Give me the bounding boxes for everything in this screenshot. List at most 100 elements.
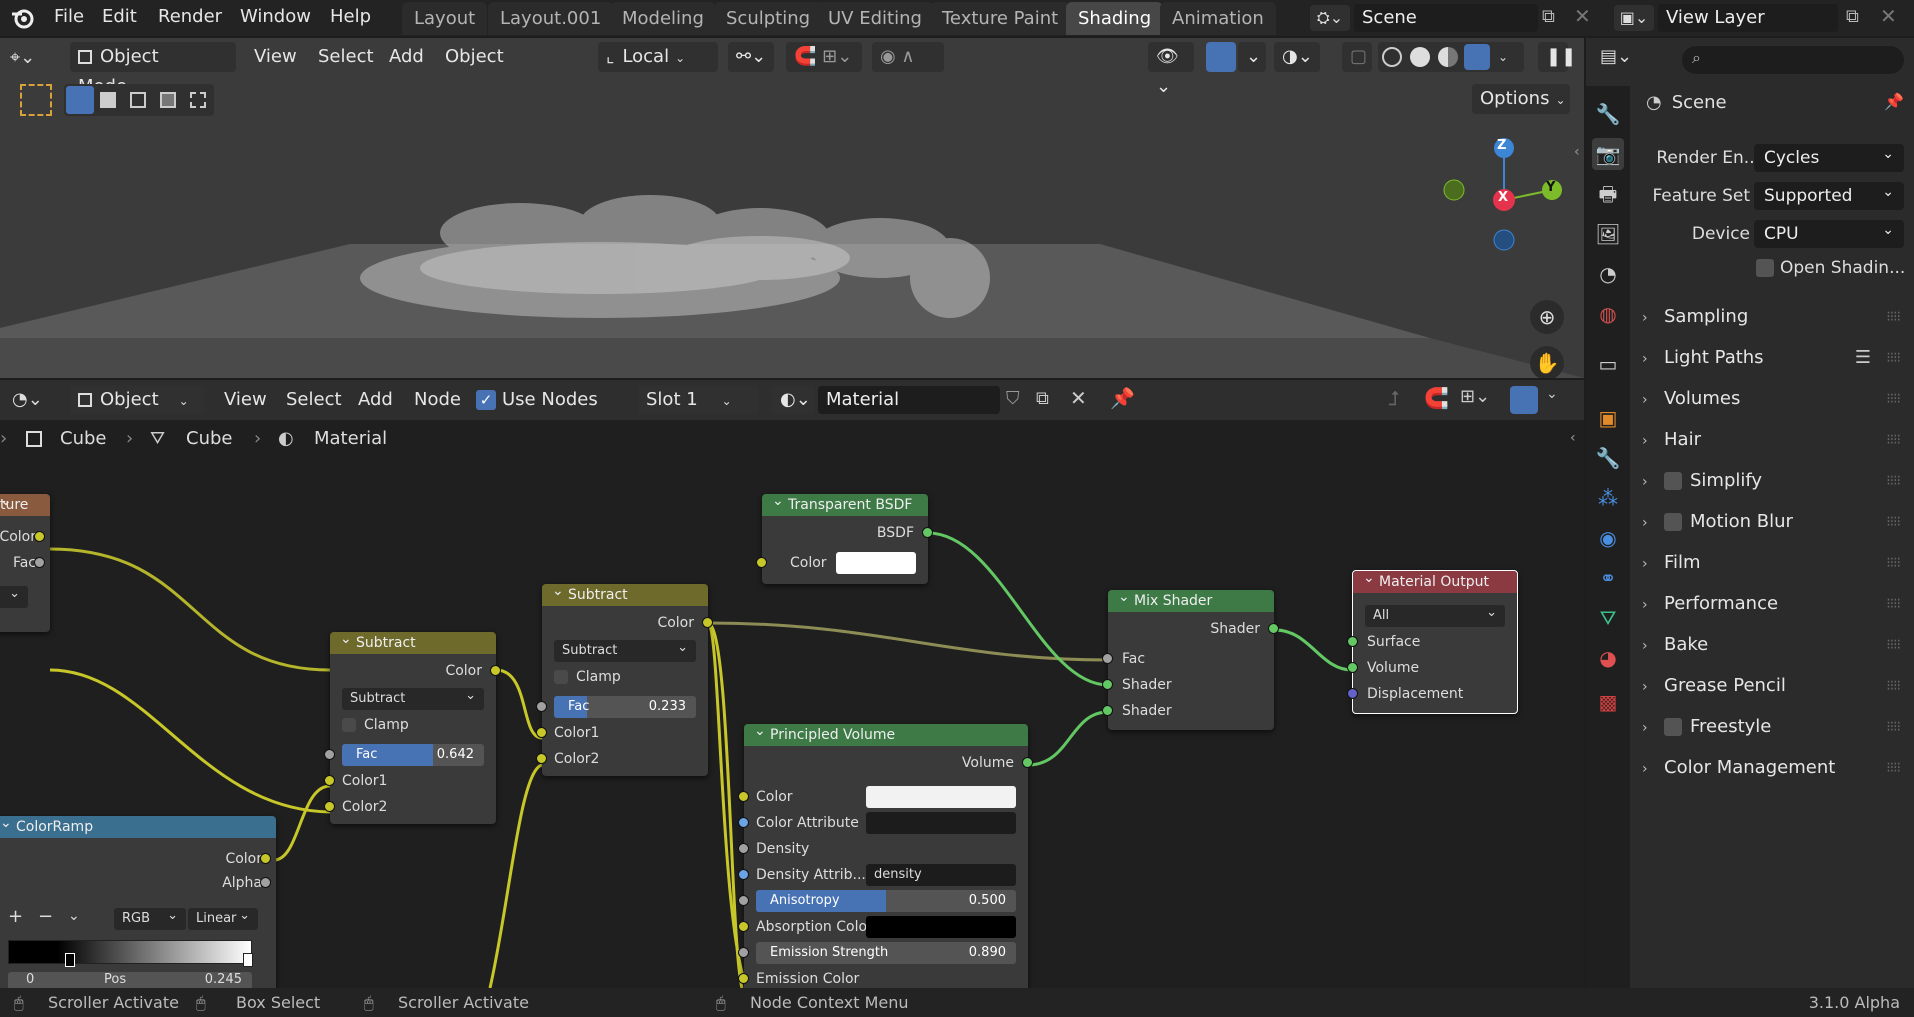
material-tab-icon[interactable]: ◕ xyxy=(1592,642,1624,674)
texture-node[interactable]: ture Color Fac xyxy=(0,490,50,632)
tool-tab-icon[interactable]: 🔧 xyxy=(1592,98,1624,130)
colorramp-color-socket[interactable] xyxy=(260,853,271,864)
physics-tab-icon[interactable]: ◉ xyxy=(1592,522,1624,554)
panel-film[interactable]: › Film ⁝⁝⁝⁝ xyxy=(1642,546,1906,580)
mix-fac-socket[interactable] xyxy=(1102,653,1113,664)
subtract2-fac-socket[interactable] xyxy=(536,701,547,712)
view-layer-field[interactable]: View Layer xyxy=(1658,4,1838,32)
panel-light-paths[interactable]: › Light Paths ☰ ⁝⁝⁝⁝ xyxy=(1642,341,1906,375)
texture-color-socket[interactable] xyxy=(34,531,45,542)
panel-grease-pencil[interactable]: › Grease Pencil ⁝⁝⁝⁝ xyxy=(1642,669,1906,703)
material-output-node[interactable]: Material Output All Surface Volume Displ… xyxy=(1347,567,1518,714)
texture-tab-icon[interactable]: ▩ xyxy=(1592,686,1624,718)
mix-output-socket[interactable] xyxy=(1268,623,1279,634)
colorramp-node[interactable]: ColorRamp Color Alpha + − ⌄ RGB Linear 0… xyxy=(0,812,276,988)
pv-color-attr-field[interactable] xyxy=(866,812,1016,834)
zoom-icon[interactable]: ⊕ xyxy=(1530,300,1564,334)
simplify-checkbox[interactable] xyxy=(1664,472,1682,490)
delete-view-layer-icon[interactable]: ✕ xyxy=(1880,4,1900,28)
render-tab-icon[interactable]: 📷 xyxy=(1592,138,1624,170)
texture-fac-socket[interactable] xyxy=(34,557,45,568)
output-surface-socket[interactable] xyxy=(1347,636,1358,647)
shader-node-editor[interactable]: ◔⌄ Object ⌄ View Select Add Node ✓ Use No… xyxy=(0,380,1584,988)
subtract1-operation-dropdown[interactable]: Subtract xyxy=(342,685,484,710)
open-shading-checkbox-box[interactable] xyxy=(1756,259,1774,277)
data-tab-icon[interactable]: ⛛ xyxy=(1592,602,1624,634)
new-view-layer-icon[interactable]: ⧉ xyxy=(1846,6,1870,30)
colorramp-interp-dropdown[interactable]: Linear xyxy=(188,905,258,930)
open-shading-language-checkbox[interactable]: Open Shadin... xyxy=(1756,258,1905,278)
colorramp-pos-field[interactable]: 0 Pos 0.245 xyxy=(8,972,252,988)
panel-hair[interactable]: › Hair ⁝⁝⁝⁝ xyxy=(1642,423,1906,457)
tab-layout-001[interactable]: Layout.001 xyxy=(488,2,614,35)
subtract1-clamp[interactable]: Clamp xyxy=(330,714,496,736)
motion-blur-checkbox[interactable] xyxy=(1664,513,1682,531)
output-volume-socket[interactable] xyxy=(1347,662,1358,673)
transparent-bsdf-socket[interactable] xyxy=(922,527,933,538)
navigation-gizmo[interactable]: Z X Y xyxy=(1428,128,1568,298)
subtract1-color2-socket[interactable] xyxy=(324,801,335,812)
pv-color-swatch[interactable] xyxy=(866,786,1016,808)
tab-layout[interactable]: Layout xyxy=(402,2,488,35)
panel-performance[interactable]: › Performance ⁝⁝⁝⁝ xyxy=(1642,587,1906,621)
subtract-node-2[interactable]: Subtract Color Subtract Clamp Fac 0.233 … xyxy=(536,580,713,776)
subtract2-fac-slider[interactable]: Fac 0.233 xyxy=(554,696,696,718)
subtract1-fac-slider[interactable]: Fac 0.642 xyxy=(342,744,484,766)
new-scene-icon[interactable]: ⧉ xyxy=(1542,6,1568,30)
pv-density-attr-field[interactable]: density xyxy=(866,864,1016,886)
remove-stop-icon[interactable]: − xyxy=(38,906,53,927)
subtract2-operation-dropdown[interactable]: Subtract xyxy=(554,637,696,662)
mix-shader2-socket[interactable] xyxy=(1102,705,1113,716)
add-stop-icon[interactable]: + xyxy=(8,906,23,927)
tab-sculpting[interactable]: Sculpting xyxy=(714,2,823,35)
panel-freestyle[interactable]: › Freestyle ⁝⁝⁝⁝ xyxy=(1642,710,1906,744)
subtract2-color1-socket[interactable] xyxy=(536,727,547,738)
tab-uv-editing[interactable]: UV Editing xyxy=(816,2,934,35)
subtract2-color2-socket[interactable] xyxy=(536,753,547,764)
menu-file[interactable]: File xyxy=(46,0,92,36)
view-layer-tab-icon[interactable]: 🖼 xyxy=(1592,218,1624,250)
pv-anisotropy-slider[interactable]: Anisotropy 0.500 xyxy=(756,890,1016,912)
panel-sampling[interactable]: › Sampling ⁝⁝⁝⁝ xyxy=(1642,300,1906,334)
texture-mode-dropdown[interactable] xyxy=(0,583,28,608)
properties-type-icon[interactable]: ▤⌄ xyxy=(1600,46,1632,67)
tab-shading[interactable]: Shading xyxy=(1066,2,1164,35)
mix-shader-node[interactable]: Mix Shader Shader Fac Shader Shader xyxy=(1102,586,1279,730)
panel-motion-blur[interactable]: › Motion Blur ⁝⁝⁝⁝ xyxy=(1642,505,1906,539)
ramp-menu-icon[interactable]: ⌄ xyxy=(68,908,80,924)
tab-animation[interactable]: Animation xyxy=(1160,2,1276,35)
menu-help[interactable]: Help xyxy=(322,0,379,36)
feature-set-dropdown[interactable]: Supported xyxy=(1754,178,1904,210)
pv-emission-strength-field[interactable]: Emission Strength 0.890 xyxy=(756,942,1016,964)
menu-render[interactable]: Render xyxy=(150,0,230,36)
pv-density-attr-socket[interactable] xyxy=(738,869,749,880)
panel-simplify[interactable]: › Simplify ⁝⁝⁝⁝ xyxy=(1642,464,1906,498)
mix-shader1-socket[interactable] xyxy=(1102,679,1113,690)
pv-emission-color-socket[interactable] xyxy=(738,973,749,984)
pv-color-socket[interactable] xyxy=(738,791,749,802)
properties-search-input[interactable]: ⌕ xyxy=(1682,46,1904,74)
subtract1-clamp-checkbox[interactable] xyxy=(342,718,356,732)
pv-volume-socket[interactable] xyxy=(1022,757,1033,768)
pv-absorption-socket[interactable] xyxy=(738,921,749,932)
subtract2-color-socket[interactable] xyxy=(702,617,713,628)
subtract1-color-socket[interactable] xyxy=(490,665,501,676)
presets-list-icon[interactable]: ☰ xyxy=(1855,341,1871,375)
ramp-stop-black[interactable] xyxy=(65,953,75,967)
colorramp-mode-dropdown[interactable]: RGB xyxy=(114,905,186,930)
material-output-target-dropdown[interactable]: All xyxy=(1365,602,1505,627)
tab-texture-paint[interactable]: Texture Paint xyxy=(930,2,1071,35)
subtract2-clamp[interactable]: Clamp xyxy=(542,666,708,688)
freestyle-checkbox[interactable] xyxy=(1664,718,1682,736)
panel-volumes[interactable]: › Volumes ⁝⁝⁝⁝ xyxy=(1642,382,1906,416)
transparent-bsdf-node[interactable]: Transparent BSDF BSDF Color xyxy=(756,490,933,584)
collection-tab-icon[interactable]: ▭ xyxy=(1592,348,1624,380)
particles-tab-icon[interactable]: ⁂ xyxy=(1592,482,1624,514)
pv-density-socket[interactable] xyxy=(738,843,749,854)
blender-logo-icon[interactable] xyxy=(10,6,36,30)
subtract2-clamp-checkbox[interactable] xyxy=(554,670,568,684)
object-tab-icon[interactable]: ▣ xyxy=(1592,402,1624,434)
world-tab-icon[interactable]: ◍ xyxy=(1592,298,1624,330)
menu-edit[interactable]: Edit xyxy=(94,0,145,36)
subtract1-fac-socket[interactable] xyxy=(324,749,335,760)
